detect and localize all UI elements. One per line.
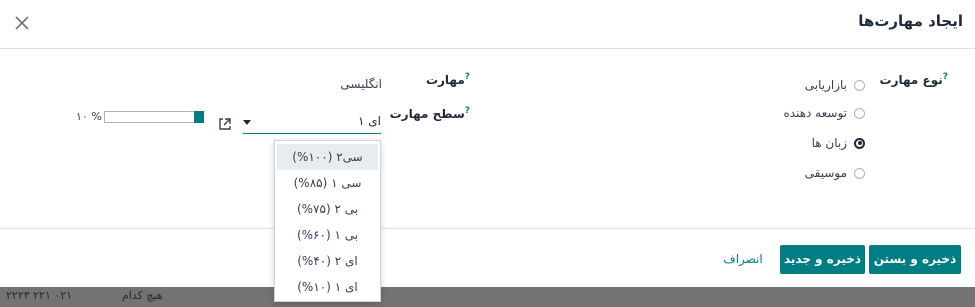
dropdown-option[interactable]: سی۲ (۱۰۰%) (277, 144, 378, 170)
dropdown-option[interactable]: بی ۲ (۷۵%) (277, 196, 378, 222)
skill-type-label: نوع مهارت? (879, 72, 948, 87)
background-none-text: هیچ کدام (122, 289, 163, 302)
help-icon[interactable]: ? (465, 72, 470, 82)
save-close-button[interactable]: ذخیره و بستن (869, 245, 961, 274)
progress-percent: ۱۰ % (76, 110, 102, 123)
radio-label: زبان ها (811, 136, 847, 150)
radio-option-developer[interactable]: توسعه دهنده (783, 104, 865, 122)
help-icon[interactable]: ? (465, 106, 470, 116)
help-icon[interactable]: ? (943, 72, 948, 82)
level-progress-bar (104, 111, 204, 123)
dropdown-option[interactable]: سی ۱ (۸۵%) (277, 170, 378, 196)
progress-track (104, 111, 204, 123)
skill-value[interactable]: انگلیسی (340, 77, 382, 91)
skill-level-value: ای ۱ (358, 114, 381, 128)
background-phone-text: ۲۲۲۳ ۲۲۱ ۰۲۱ (6, 289, 73, 302)
chevron-down-icon[interactable] (243, 120, 251, 125)
dialog-title: ایجاد مهارت‌ها (858, 12, 963, 30)
radio-option-languages[interactable]: زبان ها (812, 134, 865, 152)
dropdown-option[interactable]: ای ۲ (۴۰%) (277, 248, 378, 274)
save-new-button[interactable]: ذخیره و جدید (780, 245, 865, 274)
skill-label: مهارت? (425, 72, 470, 87)
create-skills-dialog: ایجاد مهارت‌ها نوع مهارت? بازاریابی توسع… (0, 0, 975, 287)
discard-button[interactable]: انصراف (718, 245, 768, 274)
skill-level-label: سطح مهارت? (389, 106, 470, 121)
radio-icon[interactable] (854, 167, 865, 179)
skill-level-select[interactable]: ای ۱ (243, 111, 381, 134)
radio-option-music[interactable]: موسیقی (805, 164, 865, 182)
radio-icon[interactable] (854, 79, 865, 91)
external-link-icon[interactable] (218, 117, 232, 131)
radio-icon[interactable] (854, 107, 865, 119)
dialog-footer: ذخیره و بستن ذخیره و جدید انصراف (0, 228, 975, 288)
radio-option-marketing[interactable]: بازاریابی (805, 76, 865, 94)
radio-label: توسعه دهنده (783, 106, 847, 120)
close-icon[interactable] (12, 13, 32, 33)
dialog-header: ایجاد مهارت‌ها (0, 0, 975, 49)
radio-label: موسیقی (804, 166, 847, 180)
skill-level-dropdown: سی۲ (۱۰۰%) سی ۱ (۸۵%) بی ۲ (۷۵%) بی ۱ (۶… (274, 140, 381, 302)
progress-fill (194, 111, 204, 123)
radio-label: بازاریابی (804, 78, 847, 92)
radio-checked-icon[interactable] (854, 137, 865, 149)
dropdown-option[interactable]: ای ۱ (۱۰%) (277, 274, 378, 300)
dropdown-option[interactable]: بی ۱ (۶۰%) (277, 222, 378, 248)
